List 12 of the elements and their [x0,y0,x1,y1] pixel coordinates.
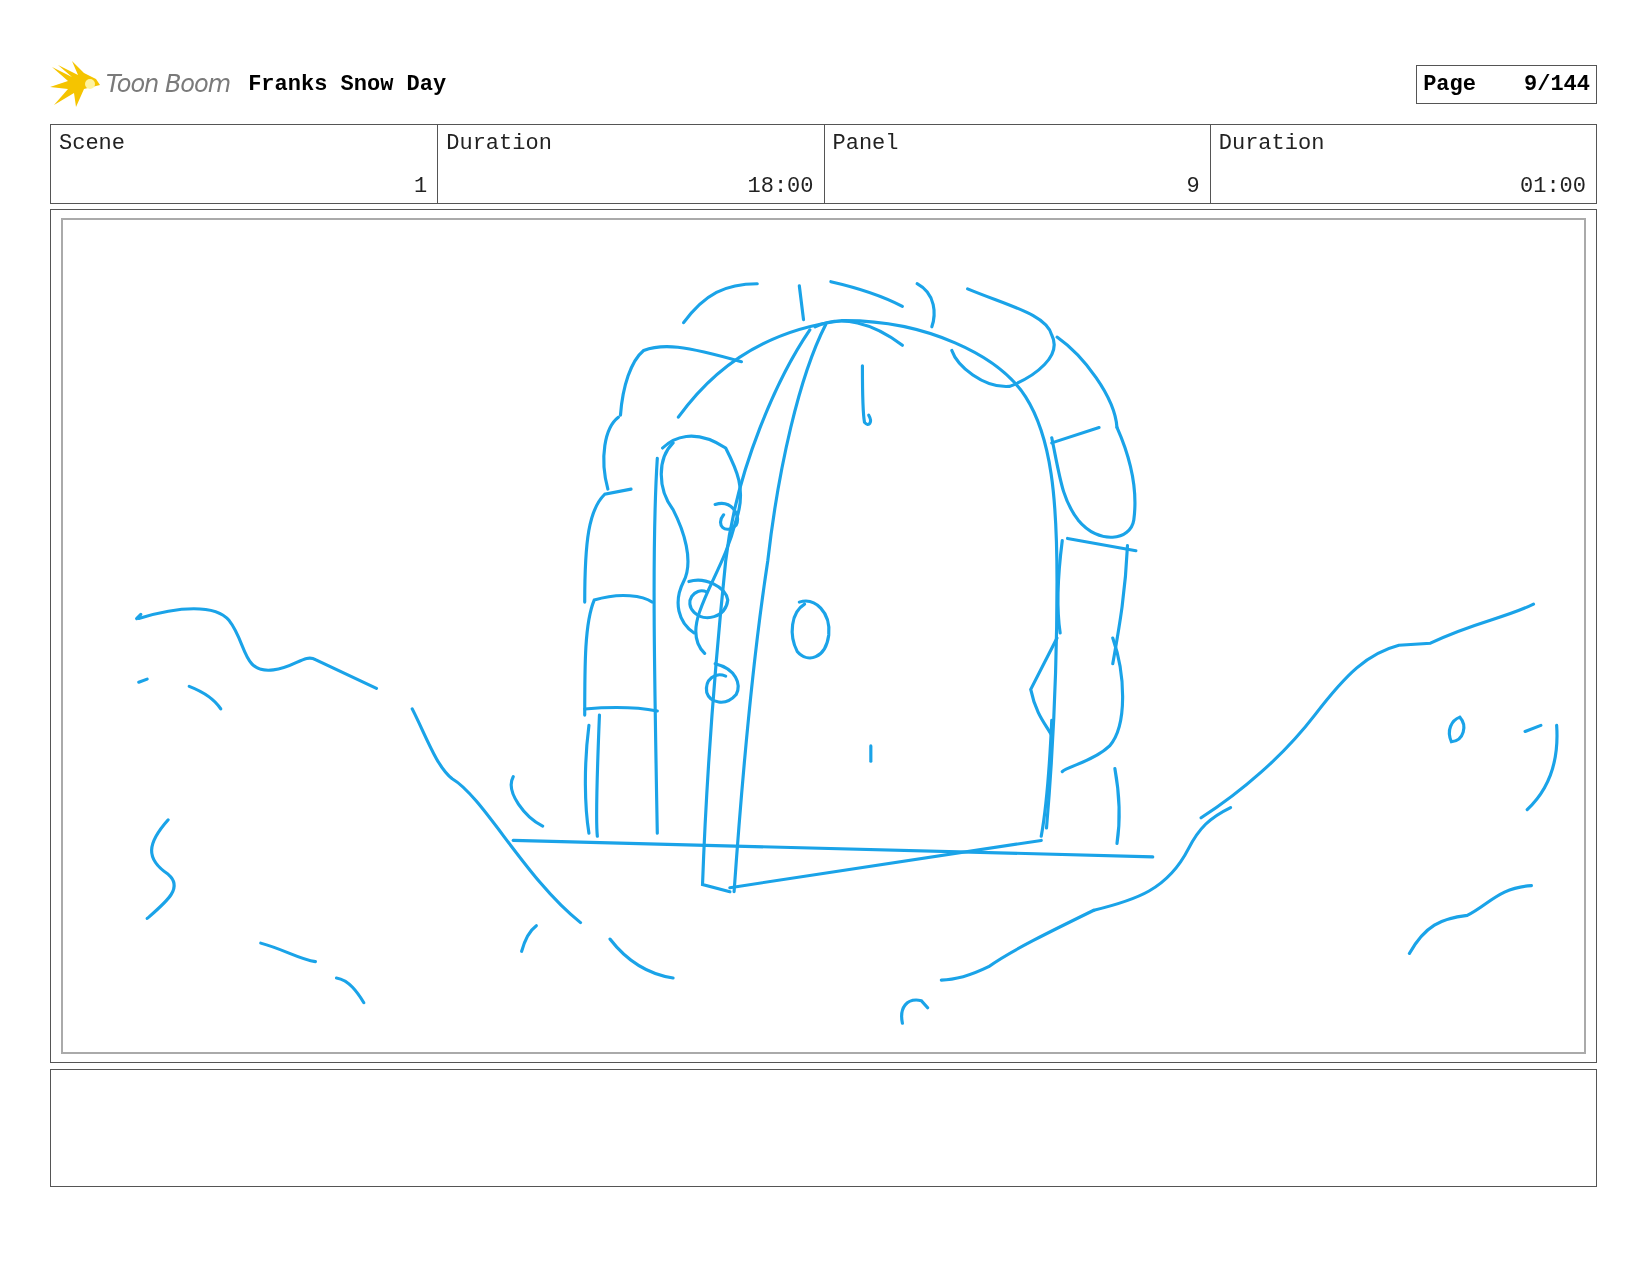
field-value: 1 [414,174,428,199]
field-value: 18:00 [747,174,814,199]
project-title: Franks Snow Day [248,71,447,97]
star-burst-icon [50,59,102,109]
page-counter: Page 9/144 [1416,64,1597,104]
logo-text: Toon Boom [106,70,231,98]
field-label: Panel [832,131,900,156]
field-value: 01:00 [1520,174,1586,199]
field-label: Duration [1218,131,1326,156]
field-label: Duration [446,131,553,156]
field-value: 9 [1186,174,1200,199]
field-label: Scene [59,131,126,156]
